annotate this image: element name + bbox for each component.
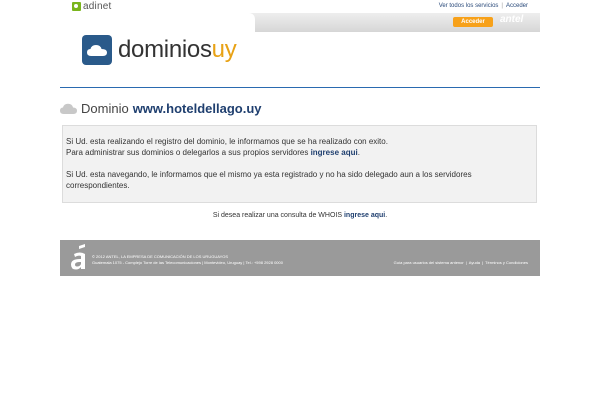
whois-line: Si desea realizar una consulta de WHOIS … (60, 212, 540, 219)
footer-copyright: © 2012 ANTEL, LA EMPRESA DE COMUNICACIÓN… (92, 254, 283, 266)
dominiosuy-logo[interactable]: dominios uy (82, 34, 237, 66)
cloud-icon (87, 45, 107, 56)
logo-text-accent: uy (211, 36, 237, 63)
whois-link[interactable]: ingrese aqui (344, 212, 385, 219)
footer-links: Guía para usuarios del sistema antenor | A… (394, 260, 528, 265)
antel-logo[interactable]: antel (500, 14, 536, 28)
logo-text-main: dominios (118, 36, 212, 63)
header-divider (60, 87, 540, 88)
header-tab-active (60, 13, 255, 32)
admin-login-link[interactable]: ingrese aqui (311, 148, 358, 157)
antel-a-icon (71, 244, 85, 270)
notice-box: Si Ud. esta realizando el registro del d… (62, 125, 537, 203)
footer-links-separator: | (482, 260, 484, 265)
whois-suffix: . (385, 212, 388, 219)
whois-text: Si desea realizar una consulta de WHOIS (212, 212, 344, 219)
notice-line-registration: Si Ud. esta realizando el registro del d… (66, 137, 388, 146)
cloud-icon (60, 103, 77, 114)
footer-link-guide[interactable]: Guía para usuarios del sistema antenor (394, 260, 464, 265)
top-links: Ver todos los servicios | Acceder (439, 3, 528, 9)
notice-line-admin-suffix: . (357, 148, 360, 157)
domain-heading: Dominio www.hoteldellago.uy (60, 100, 262, 116)
domain-name: www.hoteldellago.uy (132, 100, 262, 116)
adinet-logo-text: adinet (83, 1, 112, 12)
adinet-logo-icon (72, 2, 81, 11)
all-services-link[interactable]: Ver todos los servicios (439, 3, 499, 9)
footer-links-separator: | (465, 260, 467, 265)
top-links-separator: | (501, 3, 503, 9)
notice-line-admin: Para administrar sus dominios o delegarl… (66, 148, 311, 157)
notice-line-browsing: Si Ud. esta navegando, le informamos que… (66, 170, 472, 190)
domain-label: Dominio (81, 100, 129, 116)
notice-paragraph-registration: Si Ud. esta realizando el registro del d… (66, 136, 536, 158)
footer-link-terms[interactable]: Términos y Condiciones (485, 260, 528, 265)
login-link[interactable]: Acceder (506, 3, 528, 9)
footer-address-line: Guatemala 1075 - Complejo Torre de las T… (92, 260, 283, 265)
adinet-logo[interactable]: adinet (72, 1, 111, 12)
notice-paragraph-browsing: Si Ud. esta navegando, le informamos que… (66, 169, 536, 191)
cloud-logo-icon (82, 35, 112, 65)
footer-link-help[interactable]: Ayuda (469, 260, 480, 265)
acceder-button[interactable]: Acceder (453, 17, 493, 27)
